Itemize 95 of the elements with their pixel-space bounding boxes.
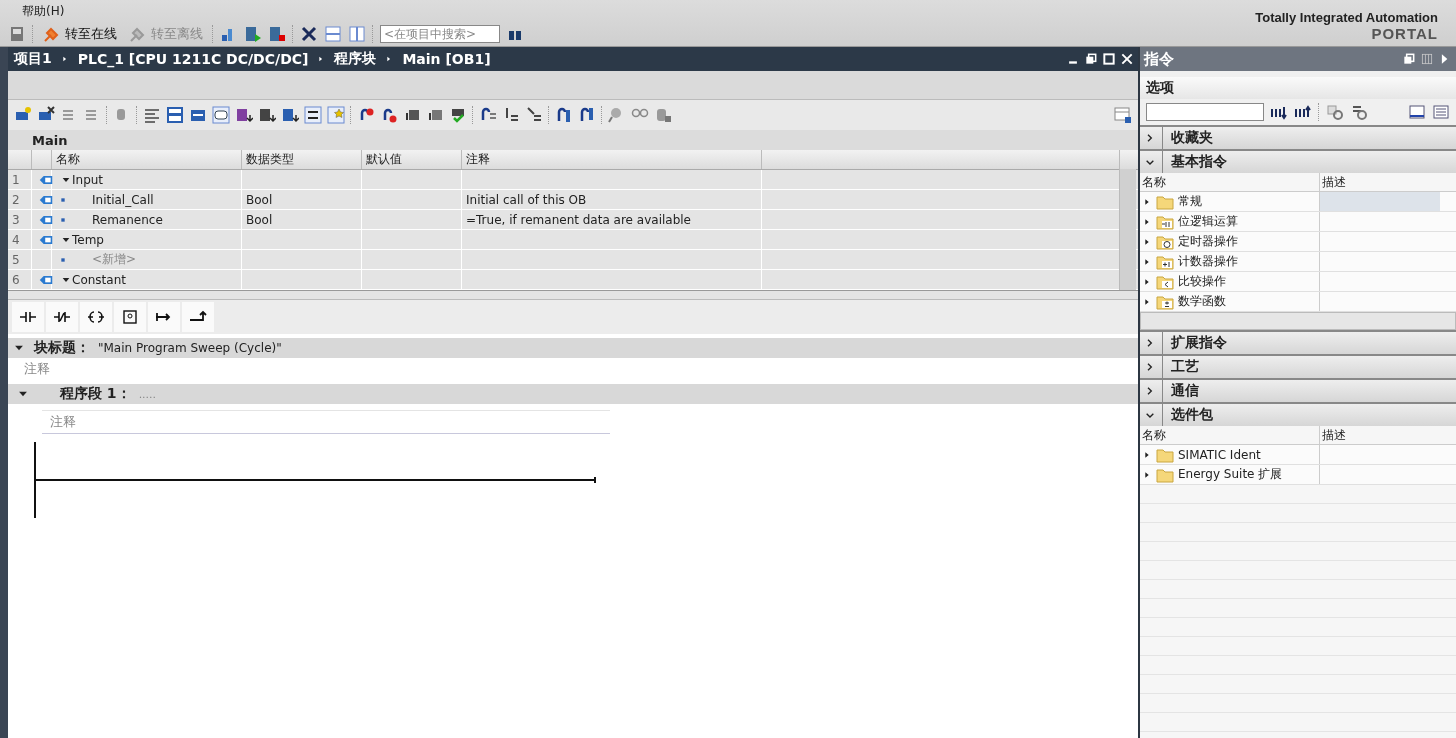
breadcrumb-item[interactable]: Main [OB1] (402, 51, 491, 67)
close-icon[interactable] (300, 25, 318, 43)
comment-text: =True, if remanent data are available (466, 212, 691, 227)
instruction-item[interactable]: 数学函数 (1178, 293, 1226, 310)
instruction-item[interactable]: 定时器操作 (1178, 233, 1238, 250)
column-header[interactable]: 名称 (56, 151, 80, 168)
window-icon[interactable] (1408, 103, 1426, 121)
nc-contact-button[interactable] (46, 302, 78, 332)
instruction-search-field[interactable] (1146, 103, 1264, 121)
plug-icon (43, 25, 61, 43)
column-header[interactable]: 描述 (1322, 173, 1346, 191)
comment-icon[interactable] (212, 106, 230, 124)
coil-button[interactable] (80, 302, 112, 332)
variable-name: Initial_Call (92, 192, 154, 207)
stop-cpu-icon[interactable] (268, 25, 286, 43)
instruction-item[interactable]: 位逻辑运算 (1178, 213, 1238, 230)
list-row[interactable]: 数学函数 (1140, 292, 1456, 312)
plug-icon (129, 25, 147, 43)
columns-icon[interactable] (1420, 52, 1434, 66)
column-header[interactable]: 注释 (466, 151, 490, 168)
comment-placeholder[interactable]: 注释 (24, 360, 50, 378)
block-title-bar[interactable]: 块标题： "Main Program Sweep (Cycle)" (8, 338, 1138, 358)
instruction-item[interactable]: 比较操作 (1178, 273, 1226, 290)
comment-text: Initial call of this OB (466, 192, 587, 207)
start-cpu-icon[interactable] (244, 25, 262, 43)
line-number: 4 (12, 232, 20, 247)
database-icon[interactable] (654, 106, 672, 124)
box-icon (121, 308, 139, 326)
list-row[interactable]: Energy Suite 扩展 (1140, 465, 1456, 485)
maximize-icon[interactable] (1102, 52, 1116, 66)
options-title: 选项 (1146, 79, 1174, 97)
section-header[interactable]: 工艺 (1140, 354, 1456, 378)
block-title-label: 块标题： (34, 339, 90, 357)
panel-title: 指令 (1144, 49, 1174, 69)
coil-icon (87, 308, 105, 326)
split-vertical-icon[interactable] (348, 25, 366, 43)
brand-title: Totally Integrated Automation (1255, 10, 1438, 25)
column-header[interactable]: 名称 (1142, 173, 1166, 191)
block-title-text: "Main Program Sweep (Cycle)" (98, 341, 282, 355)
no-contact-button[interactable] (12, 302, 44, 332)
line-number: 2 (12, 192, 20, 207)
line-number: 5 (12, 252, 20, 267)
menu-item[interactable]: 帮助(H) (22, 2, 65, 20)
restore-icon[interactable] (1084, 52, 1098, 66)
block-name: Main (32, 132, 68, 148)
variable-name: Remanence (92, 212, 163, 227)
list-row[interactable]: 定时器操作 (1140, 232, 1456, 252)
instruction-item[interactable]: 计数器操作 (1178, 253, 1238, 270)
network-bar[interactable]: 程序段 1： ..... (8, 384, 1138, 404)
list-row[interactable]: SIMATIC Ident (1140, 445, 1456, 465)
runtime-icon[interactable] (8, 25, 26, 43)
instruction-item[interactable]: 常规 (1178, 193, 1202, 210)
line-number: 6 (12, 272, 20, 287)
brand-subtitle: PORTAL (1371, 25, 1438, 42)
comment-placeholder[interactable]: 注释 (50, 413, 76, 431)
close-branch-button[interactable] (182, 302, 214, 332)
vertical-scrollbar[interactable] (1119, 169, 1136, 290)
data-type: Bool (246, 192, 273, 207)
network-label: 程序段 1： (60, 385, 131, 403)
horizontal-scrollbar[interactable] (1140, 312, 1456, 330)
list-row[interactable]: 位逻辑运算 (1140, 212, 1456, 232)
window-icon[interactable] (166, 106, 184, 124)
search-field[interactable]: <在项目中搜索> (380, 25, 500, 43)
section-name: Input (72, 172, 104, 187)
instruction-item[interactable]: Energy Suite 扩展 (1178, 466, 1283, 483)
section-name: Temp (72, 232, 104, 247)
line-number: 3 (12, 212, 20, 227)
section-header[interactable]: 选件包 (1140, 402, 1456, 426)
list-icon[interactable] (304, 106, 322, 124)
column-header[interactable]: 默认值 (366, 151, 402, 168)
panel-lock-icon[interactable] (1114, 106, 1132, 124)
data-type: Bool (246, 212, 273, 227)
list-row[interactable]: 比较操作 (1140, 272, 1456, 292)
open-branch-button[interactable] (148, 302, 180, 332)
check-icon[interactable] (449, 106, 467, 124)
breadcrumb-item[interactable]: 程序块 (334, 50, 377, 68)
section-name: Constant (72, 272, 126, 287)
list-icon[interactable] (525, 106, 543, 124)
download-icon[interactable] (235, 106, 253, 124)
section-header[interactable]: 通信 (1140, 378, 1456, 402)
breadcrumb-item[interactable]: 项目1 (14, 50, 52, 68)
column-header[interactable]: 数据类型 (246, 151, 294, 168)
line-number: 1 (12, 172, 20, 187)
column-header[interactable]: 名称 (1142, 426, 1166, 444)
section-header[interactable]: 扩展指令 (1140, 330, 1456, 354)
go-online-button[interactable]: 转至在线 (40, 25, 120, 43)
breadcrumb-item[interactable]: PLC_1 [CPU 1211C DC/DC/DC] (77, 51, 309, 67)
instruction-item[interactable]: SIMATIC Ident (1178, 447, 1261, 462)
download-icon[interactable] (281, 106, 299, 124)
column-header[interactable]: 描述 (1322, 426, 1346, 444)
section-header[interactable]: 基本指令 (1140, 149, 1456, 173)
section-header[interactable]: 收藏夹 (1140, 125, 1456, 149)
split-horizontal-icon[interactable] (324, 25, 342, 43)
download-icon[interactable] (258, 106, 276, 124)
list-row[interactable]: 计数器操作 (1140, 252, 1456, 272)
